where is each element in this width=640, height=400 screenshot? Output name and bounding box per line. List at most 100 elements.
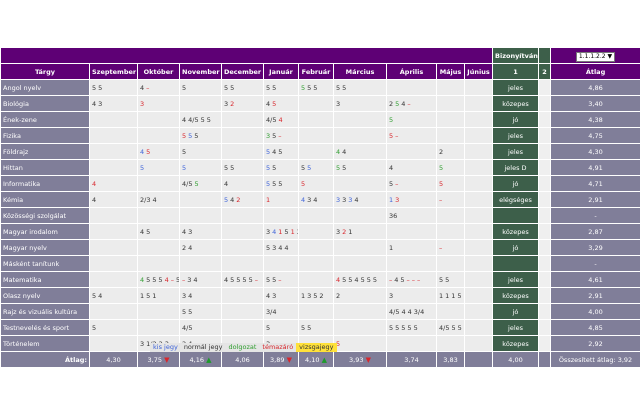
grade-mark[interactable]: 3 <box>272 292 276 300</box>
grade-mark[interactable]: 5 <box>395 324 399 332</box>
grade-mark[interactable]: 4 <box>278 116 282 124</box>
grade-mark[interactable]: 4/5 <box>266 116 276 124</box>
grade-mark[interactable]: 5 <box>194 132 198 140</box>
grade-mark[interactable]: 5 <box>182 164 186 172</box>
grade-mark[interactable]: 4 <box>230 196 234 204</box>
grade-mark[interactable]: 2 <box>342 228 346 236</box>
grade-mark[interactable]: 5 <box>266 276 270 284</box>
grade-mark[interactable]: 5 <box>401 324 405 332</box>
grade-mark[interactable]: – <box>417 276 420 284</box>
grade-mark[interactable]: 4 <box>98 292 102 300</box>
grade-mark[interactable]: 5 <box>272 132 276 140</box>
grade-mark[interactable]: 1 <box>278 228 282 236</box>
grade-mark[interactable]: 1 <box>348 228 352 236</box>
grade-mark[interactable]: 5 <box>266 180 270 188</box>
grade-mark[interactable]: 5 <box>201 116 205 124</box>
grade-mark[interactable]: 4 <box>354 196 358 204</box>
grade-mark[interactable]: 4/5 <box>188 116 198 124</box>
grade-mark[interactable]: 1 <box>445 292 449 300</box>
grade-mark[interactable]: 1 <box>389 196 393 204</box>
grade-mark[interactable]: 5 <box>146 276 150 284</box>
grade-mark[interactable]: 5 <box>389 116 393 124</box>
grade-mark[interactable]: 4 <box>182 116 186 124</box>
grade-mark[interactable]: 1 <box>301 292 305 300</box>
grade-mark[interactable]: 5 <box>400 276 404 284</box>
grade-mark[interactable]: – <box>407 100 410 108</box>
grade-mark[interactable]: 5 <box>224 196 228 204</box>
grade-mark[interactable]: 5 <box>92 84 96 92</box>
grade-mark[interactable]: 2 <box>389 100 393 108</box>
grade-mark[interactable]: 5 <box>224 84 228 92</box>
grade-mark[interactable]: 4 <box>401 100 405 108</box>
grade-mark[interactable]: 5 <box>451 324 455 332</box>
grade-mark[interactable]: 5 <box>194 180 198 188</box>
grade-mark[interactable]: 5 <box>301 164 305 172</box>
grade-mark[interactable]: 5 <box>348 276 352 284</box>
period-select[interactable]: 1.1.1.2.2 ▼ <box>575 51 616 62</box>
grade-mark[interactable]: 3/4 <box>266 308 276 316</box>
grade-mark[interactable]: 5 <box>307 84 311 92</box>
grade-mark[interactable]: 5 <box>373 276 377 284</box>
grade-mark[interactable]: 4 <box>266 292 270 300</box>
grade-mark[interactable]: 1 <box>266 196 270 204</box>
grade-mark[interactable]: 1 <box>140 292 144 300</box>
grade-mark[interactable]: 5 <box>92 324 96 332</box>
grade-mark[interactable]: – <box>395 132 398 140</box>
grade-mark[interactable]: – <box>278 276 281 284</box>
grade-mark[interactable]: 4 <box>140 276 144 284</box>
grade-mark[interactable]: 4 <box>394 276 398 284</box>
grade-mark[interactable]: 5 <box>342 164 346 172</box>
grade-mark[interactable]: 2/3 <box>140 196 150 204</box>
grade-mark[interactable]: 4 <box>284 244 288 252</box>
grade-mark[interactable]: 3 <box>140 100 144 108</box>
grade-mark[interactable]: 5 <box>230 164 234 172</box>
grade-mark[interactable]: 4 <box>92 180 96 188</box>
grade-mark[interactable]: 5 <box>224 164 228 172</box>
grade-mark[interactable]: 3 <box>395 196 399 204</box>
grade-mark[interactable]: 3 <box>307 292 311 300</box>
grade-mark[interactable]: 4 <box>301 196 305 204</box>
grade-mark[interactable]: 5 <box>301 324 305 332</box>
grade-mark[interactable]: 4 <box>140 84 144 92</box>
grade-mark[interactable]: 5 <box>182 132 186 140</box>
grade-mark[interactable]: 2 <box>439 148 443 156</box>
grade-mark[interactable]: 2 <box>236 196 240 204</box>
grade-mark[interactable]: – <box>412 276 415 284</box>
grade-mark[interactable]: 2 <box>336 292 340 300</box>
grade-mark[interactable]: 5 <box>278 180 282 188</box>
grade-mark[interactable]: 4/5 <box>182 324 192 332</box>
grade-mark[interactable]: 4 <box>401 308 405 316</box>
grade-mark[interactable]: 4 <box>266 100 270 108</box>
grade-mark[interactable]: 5 <box>284 228 288 236</box>
grade-mark[interactable]: 3/4 <box>414 308 424 316</box>
grade-mark[interactable]: 5 <box>389 324 393 332</box>
grade-mark[interactable]: 5 <box>395 100 399 108</box>
grade-mark[interactable]: 5 <box>188 132 192 140</box>
grade-mark[interactable]: – <box>407 276 410 284</box>
grade-mark[interactable]: 4 <box>354 276 358 284</box>
grade-mark[interactable]: 4 <box>193 276 197 284</box>
grade-mark[interactable]: – <box>255 276 258 284</box>
grade-mark[interactable]: 1 <box>389 244 393 252</box>
grade-mark[interactable]: 1 <box>152 292 156 300</box>
grade-mark[interactable]: 4 <box>140 148 144 156</box>
grade-mark[interactable]: 5 <box>207 116 211 124</box>
grade-mark[interactable]: 4 <box>182 228 186 236</box>
grade-mark[interactable]: 4/5 <box>389 308 399 316</box>
grade-mark[interactable]: 5 <box>307 324 311 332</box>
grade-mark[interactable]: 5 <box>439 164 443 172</box>
grade-mark[interactable]: 5 <box>414 324 418 332</box>
grade-mark[interactable]: 5 <box>278 148 282 156</box>
grade-mark[interactable]: 5 <box>158 276 162 284</box>
grade-mark[interactable]: 36 <box>389 212 397 220</box>
grade-mark[interactable]: 5 <box>301 84 305 92</box>
grade-mark[interactable]: – <box>395 180 398 188</box>
grade-mark[interactable]: 4 <box>336 276 340 284</box>
grade-mark[interactable]: 4 <box>140 228 144 236</box>
grade-mark[interactable]: 3 <box>336 100 340 108</box>
grade-mark[interactable]: 4 <box>152 196 156 204</box>
grade-mark[interactable]: 5 <box>389 180 393 188</box>
grade-mark[interactable]: 4 <box>92 196 96 204</box>
grade-mark[interactable]: 5 <box>439 180 443 188</box>
grade-mark[interactable]: 5 <box>242 276 246 284</box>
